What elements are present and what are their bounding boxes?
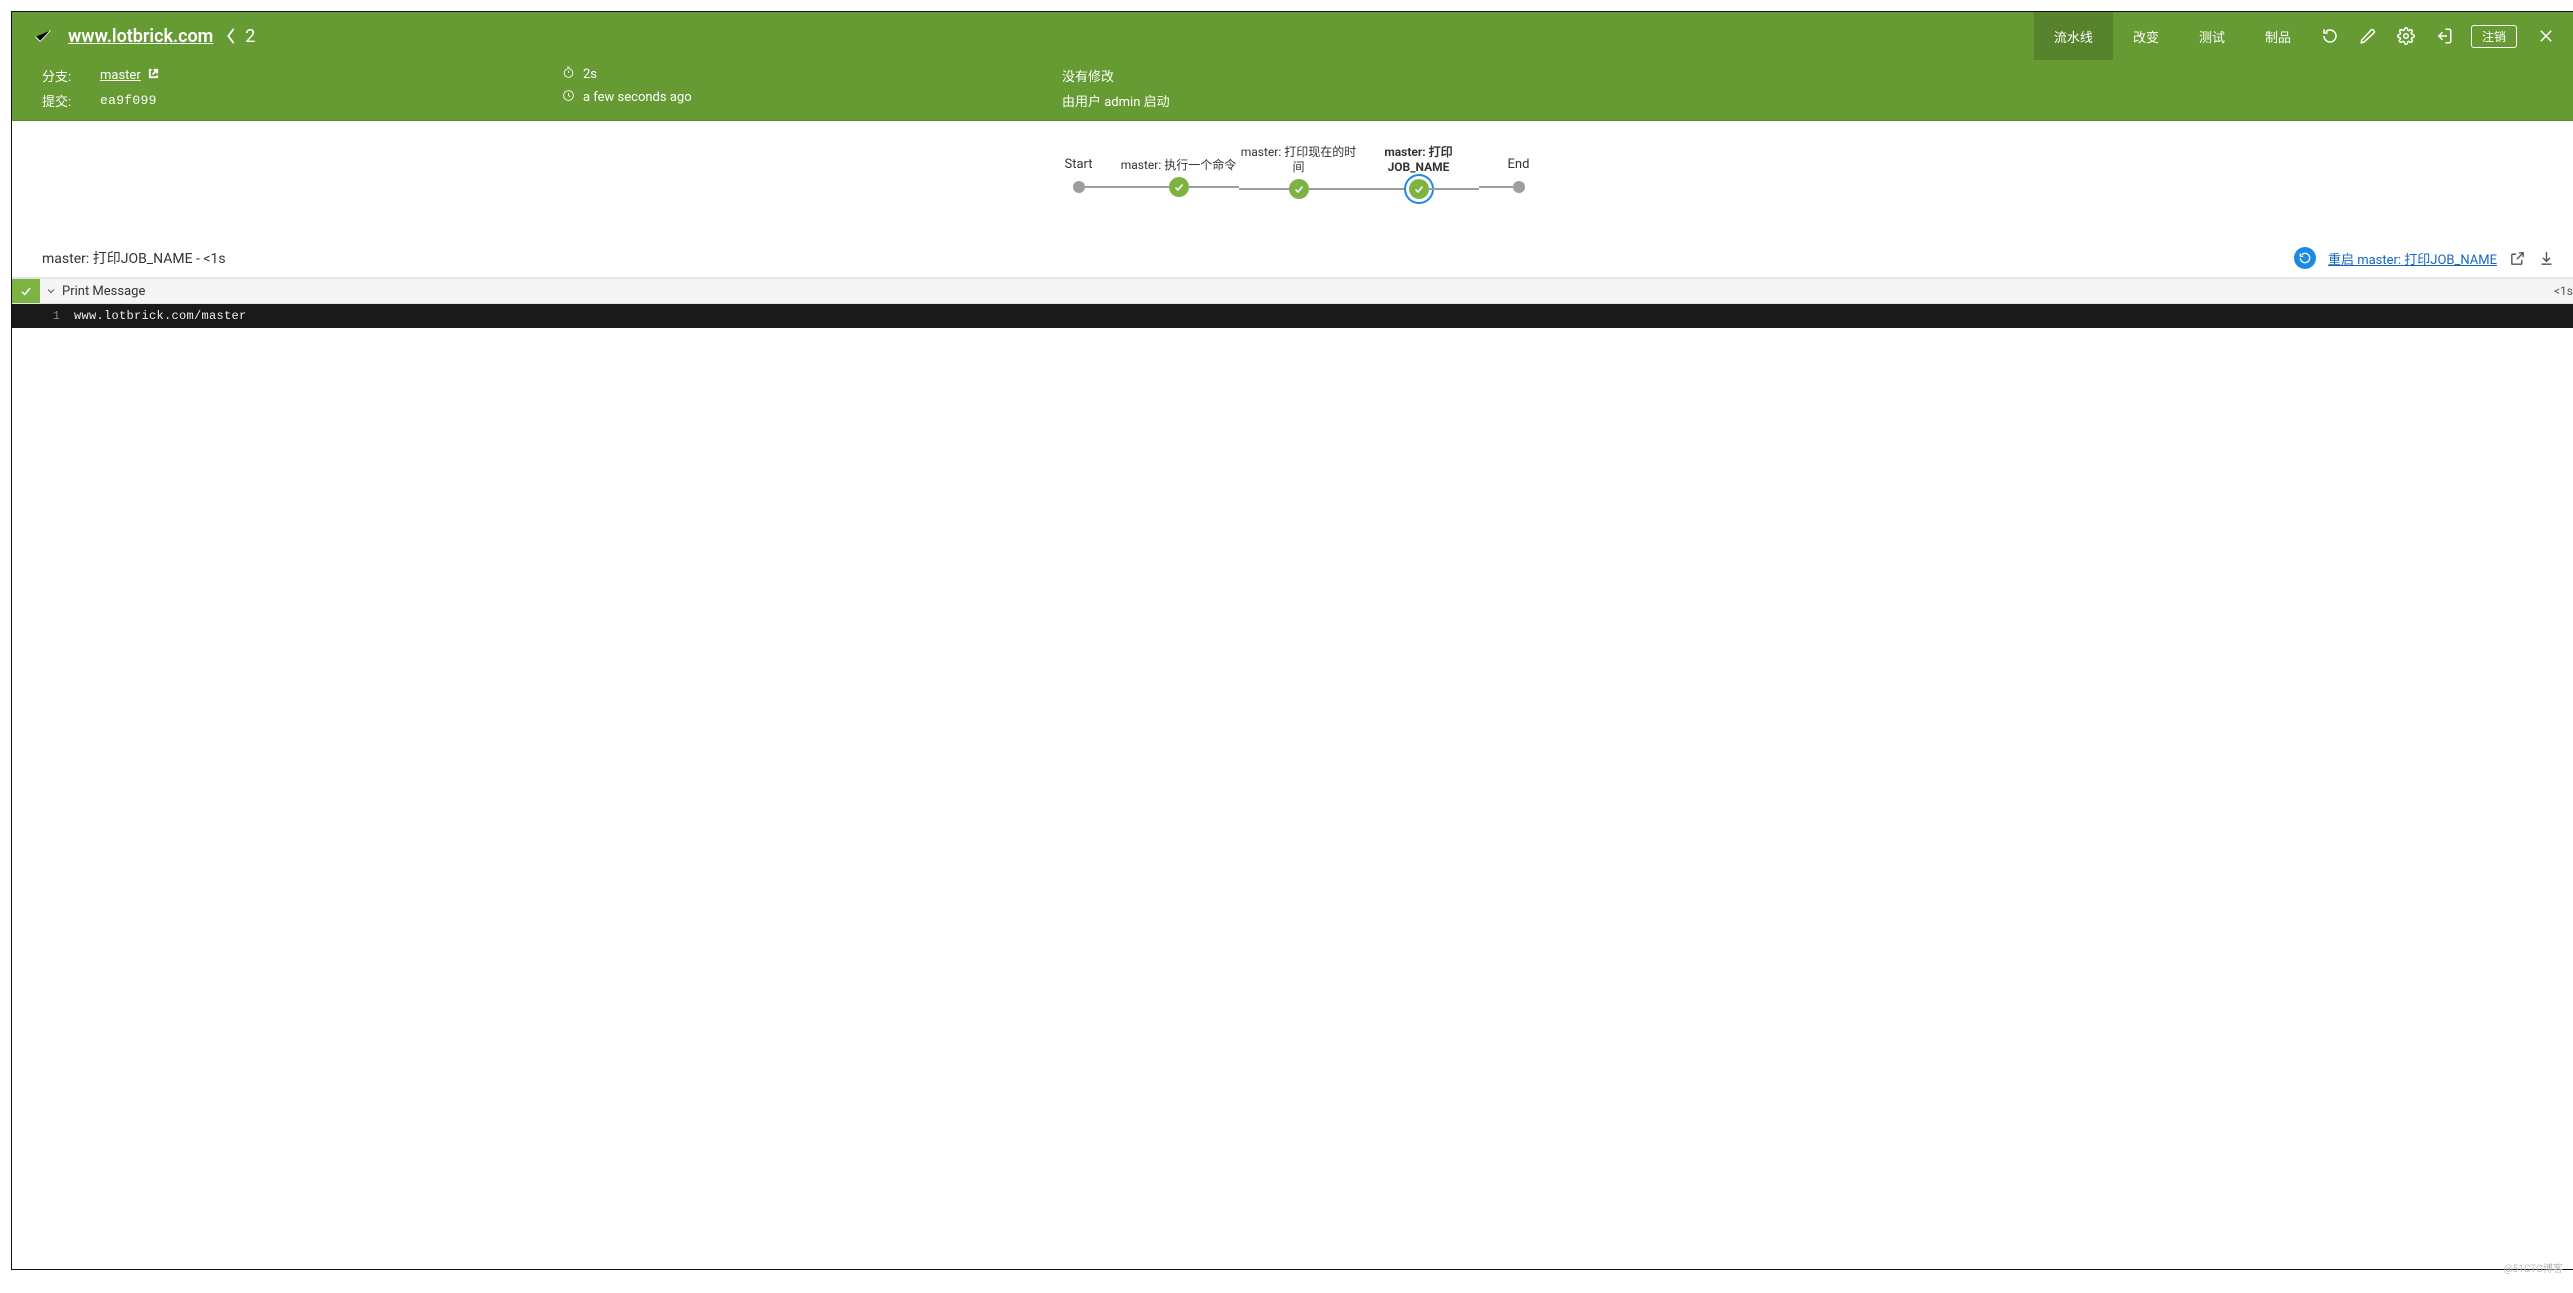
step-status-icon	[12, 279, 40, 303]
close-icon[interactable]	[2527, 12, 2565, 60]
watermark: @51CTO博客	[2504, 1260, 2563, 1275]
pipeline-graph: Start master: 执行一个命令 master:	[12, 121, 2573, 239]
logout-button[interactable]: 注销	[2471, 25, 2517, 48]
tab-tests[interactable]: 测试	[2179, 12, 2245, 60]
branch-link[interactable]: master	[100, 68, 141, 83]
stage-start-node[interactable]	[1073, 181, 1085, 193]
run-number: 2	[245, 26, 255, 47]
stage-3-label: master: 打印JOB_NAME	[1359, 145, 1479, 179]
step-duration: <1s	[2554, 284, 2573, 298]
chevron-down-icon[interactable]	[40, 285, 62, 297]
no-changes-text: 没有修改	[1062, 66, 1114, 85]
gear-icon[interactable]	[2387, 12, 2425, 60]
step-header[interactable]: Print Message <1s	[12, 278, 2573, 304]
open-external-icon[interactable]	[2509, 250, 2526, 267]
exit-icon[interactable]	[2425, 12, 2463, 60]
pipeline-name-link[interactable]: www.lotbrick.com	[68, 26, 213, 47]
tab-pipeline[interactable]: 流水线	[2034, 12, 2113, 60]
branch-label: 分支:	[42, 66, 92, 85]
log-row: 1 www.lotbrick.com/master	[12, 304, 2573, 328]
stage-end-node[interactable]	[1513, 181, 1525, 193]
rerun-stage-link[interactable]: 重启 master: 打印JOB_NAME	[2328, 249, 2497, 268]
timer-icon	[562, 66, 575, 83]
duration-value: 2s	[583, 67, 597, 82]
download-icon[interactable]	[2538, 250, 2555, 267]
header-tabs: 流水线 改变 测试 制品	[2034, 12, 2311, 60]
stage-1-node[interactable]	[1169, 177, 1189, 197]
log-text: www.lotbrick.com/master	[74, 309, 2573, 323]
step-name: Print Message	[62, 284, 2554, 299]
rerun-icon[interactable]	[2311, 12, 2349, 60]
edit-icon[interactable]	[2349, 12, 2387, 60]
tab-changes[interactable]: 改变	[2113, 12, 2179, 60]
back-arrow-icon[interactable]	[225, 27, 237, 45]
stage-2-node[interactable]	[1289, 179, 1309, 199]
external-link-icon	[148, 68, 159, 79]
clock-icon	[562, 89, 575, 106]
step-section-title: master: 打印JOB_NAME - <1s	[42, 248, 226, 268]
stage-start-label: Start	[1064, 145, 1092, 177]
run-status-icon	[32, 25, 54, 47]
log-line-number: 1	[12, 309, 74, 323]
stage-2-label: master: 打印现在的时间	[1239, 145, 1359, 179]
commit-label: 提交:	[42, 91, 92, 110]
started-by-text: 由用户 admin 启动	[1062, 91, 1170, 110]
rerun-badge-icon[interactable]	[2294, 247, 2316, 269]
started-value: a few seconds ago	[583, 90, 692, 105]
tab-artifacts[interactable]: 制品	[2245, 12, 2311, 60]
commit-hash: ea9f099	[100, 93, 157, 108]
stage-end-label: End	[1508, 145, 1530, 177]
stage-3-node[interactable]	[1409, 179, 1429, 199]
stage-1-label: master: 执行一个命令	[1121, 145, 1236, 177]
